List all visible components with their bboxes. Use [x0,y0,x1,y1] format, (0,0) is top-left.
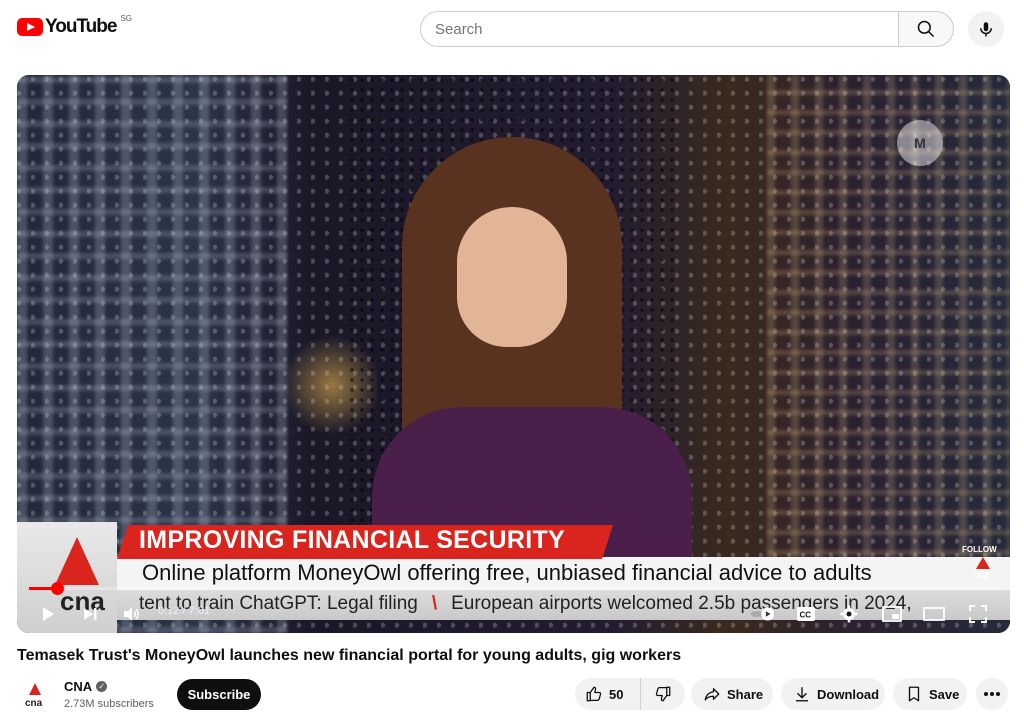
more-icon [984,692,1000,696]
download-label: Download [817,686,880,702]
like-icon [586,686,602,702]
time-display: 0:12 / 7:01 [158,605,210,617]
like-button[interactable]: 50 [575,678,641,710]
voice-search-button[interactable] [968,11,1004,47]
save-icon [908,686,920,702]
svg-text:CC: CC [800,611,812,620]
follow-cna-icon: cna [973,557,990,579]
captions-button[interactable]: CC [795,603,817,625]
region-code: SG [120,13,133,23]
youtube-play-logo-icon [17,18,43,36]
autoplay-toggle-icon [750,607,776,621]
mute-button[interactable] [120,603,142,625]
search-input[interactable] [420,11,898,47]
lower-third-headline: IMPROVING FINANCIAL SECURITY [139,526,566,554]
logo-text: YouTube [45,16,117,37]
miniplayer-button[interactable] [881,603,903,625]
search-icon [917,20,935,38]
player-controls: 0:12 / 7:01 CC [17,595,1010,633]
settings-icon [840,605,858,623]
more-actions-button[interactable] [976,678,1008,710]
cna-logo-icon [55,537,99,585]
next-icon [84,608,97,620]
play-button[interactable] [37,603,59,625]
follow-label: FOLLOW [962,545,997,554]
fullscreen-icon [969,605,987,623]
anchor-face [457,207,567,347]
captions-icon: CC [797,607,815,621]
download-icon [796,687,808,702]
masthead: YouTube SG [0,0,1024,56]
progress-bar[interactable] [29,582,998,595]
video-player[interactable]: M tent to train ChatGPT: Legal filing \ Eu… [17,75,1010,633]
youtube-logo[interactable]: YouTube SG [17,13,133,38]
city-lights-right [767,75,1010,595]
video-title: Temasek Trust's MoneyOwl launches new fi… [17,647,682,664]
channel-name-row[interactable]: CNA ✓ [64,679,108,694]
share-button[interactable]: Share [691,678,773,710]
verified-icon: ✓ [96,681,108,692]
save-label: Save [929,686,960,702]
dislike-icon [655,686,671,702]
theater-mode-button[interactable] [923,603,945,625]
theater-icon [923,607,945,621]
search-box [420,11,954,47]
channel-name[interactable]: CNA [64,679,92,694]
mic-icon [980,22,992,37]
subscriber-count: 2.73M subscribers [64,698,154,710]
play-icon [43,607,54,621]
share-label: Share [727,686,764,702]
next-button[interactable] [79,603,101,625]
fullscreen-button[interactable] [967,603,989,625]
subscribe-button[interactable]: Subscribe [177,679,261,710]
channel-avatar[interactable]: cna [17,678,53,714]
save-button[interactable]: Save [893,678,967,710]
cna-avatar-icon: cna [25,683,43,709]
lower-third-subheadline: Online platform MoneyOwl offering free, … [142,560,872,585]
like-count: 50 [609,686,624,702]
share-icon [704,688,720,701]
settings-button[interactable] [838,603,860,625]
scrubber-handle[interactable] [50,582,64,595]
miniplayer-icon [882,606,902,622]
avatar-text: cna [25,698,43,709]
dislike-button[interactable] [641,678,685,710]
follow-brand-text: cna [973,570,990,579]
autoplay-toggle[interactable] [750,603,778,625]
like-dislike-group: 50 [575,678,685,710]
volume-icon [124,607,139,621]
search-button[interactable] [898,11,954,47]
download-button[interactable]: Download [781,678,885,710]
mediacorp-watermark-icon: M [897,120,943,166]
